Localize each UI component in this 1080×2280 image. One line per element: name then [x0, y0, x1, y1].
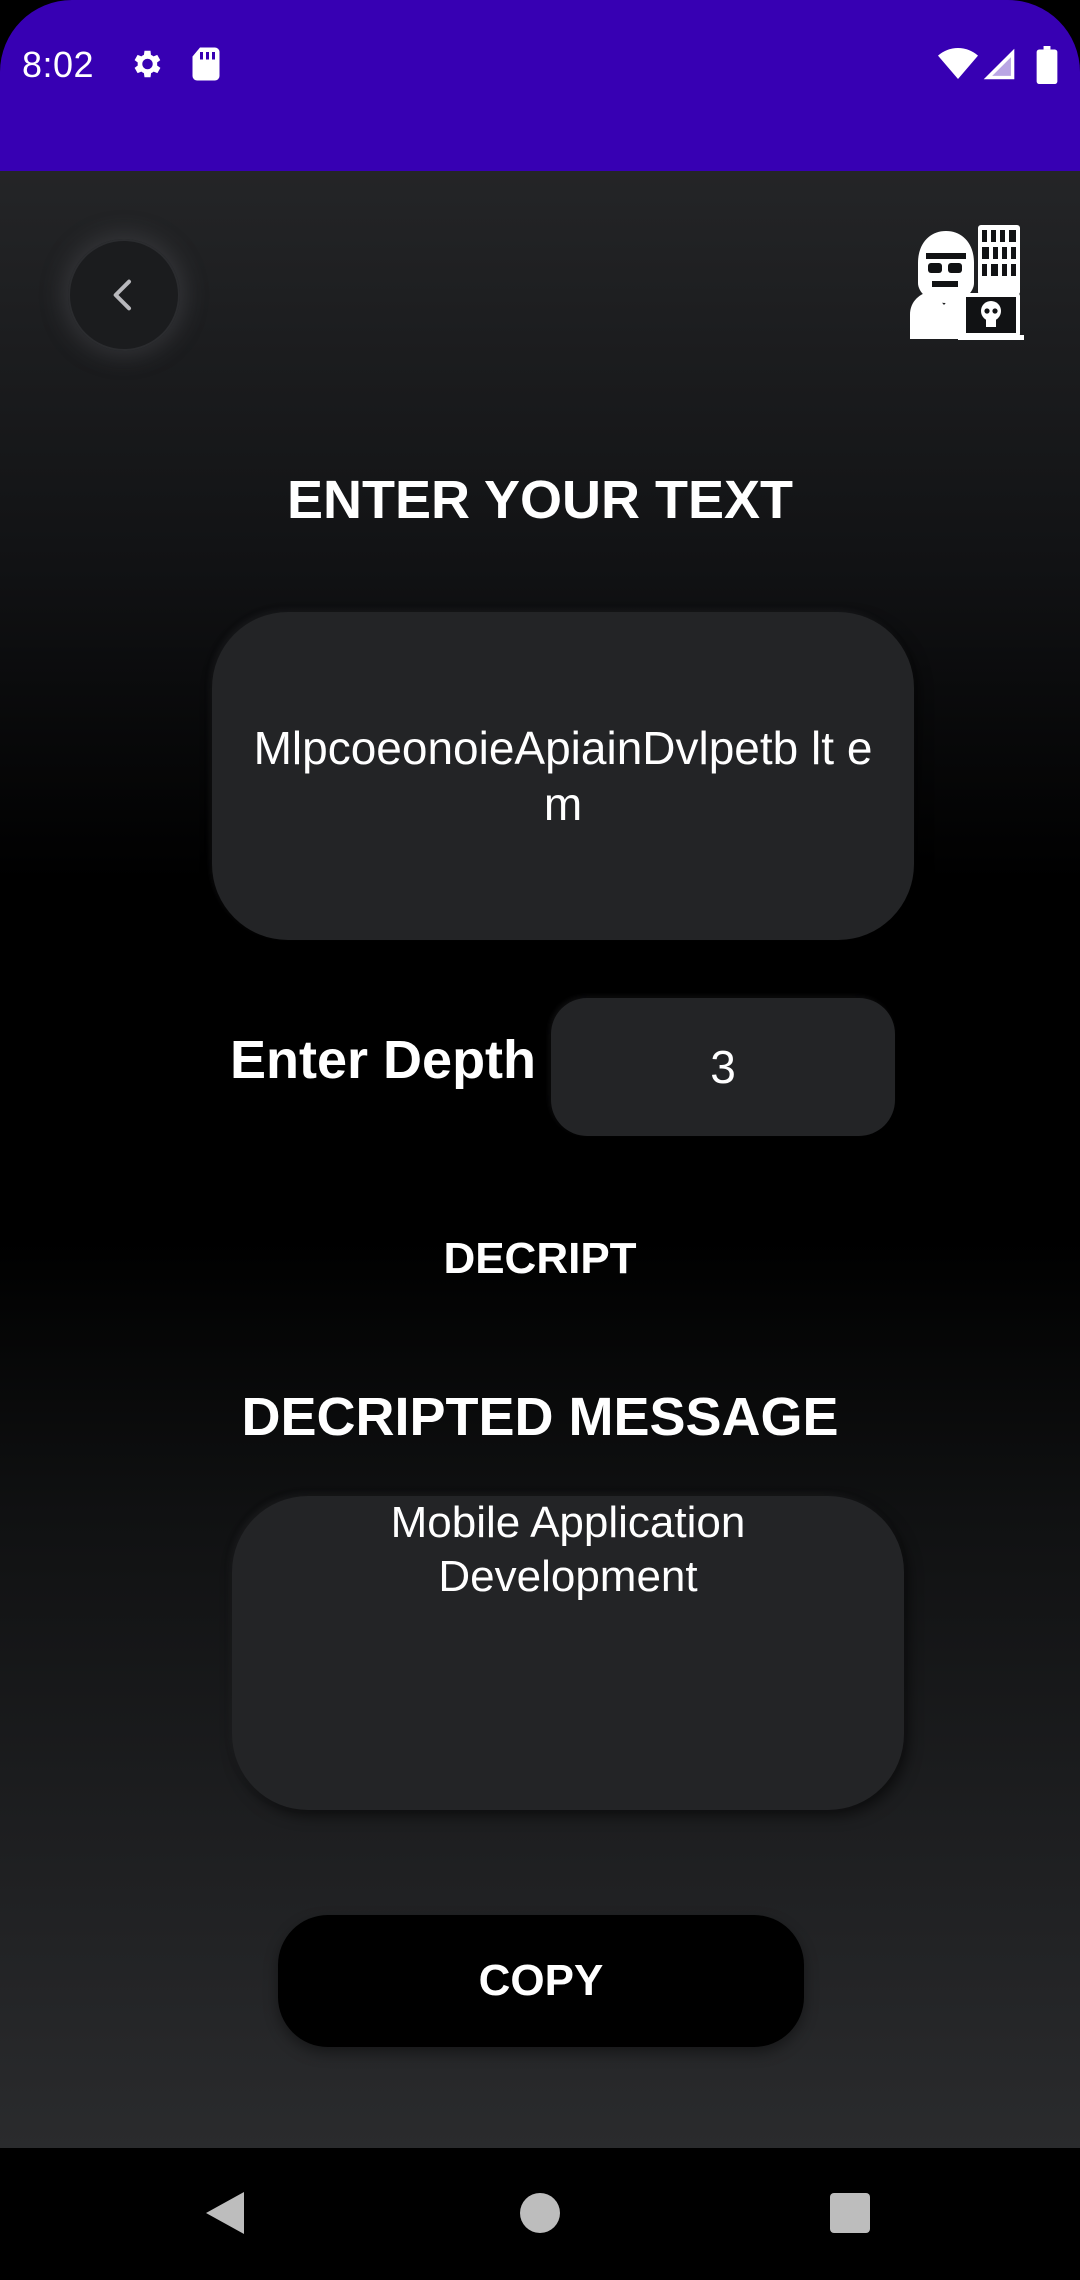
- depth-label: Enter Depth: [230, 1030, 537, 1090]
- wifi-icon: [938, 46, 978, 87]
- text-input[interactable]: MlpcoeonoieApiainDvlpetb lt em: [212, 612, 914, 940]
- text-input-value: MlpcoeonoieApiainDvlpetb lt em: [253, 722, 873, 830]
- navigation-bar: [0, 2148, 1080, 2280]
- hacker-logo-icon: [908, 223, 1024, 346]
- cellular-signal-icon: [982, 46, 1016, 87]
- phone-screen: 8:02 ENTER YOUR TEXT MlpcoeonoieApiainDv…: [0, 0, 1080, 2280]
- chevron-left-icon: [113, 279, 131, 311]
- depth-input-value: 3: [710, 1041, 736, 1093]
- status-time: 8:02: [22, 44, 95, 85]
- gear-icon: [128, 46, 164, 87]
- decrypted-message-box[interactable]: Mobile Application Development: [232, 1496, 904, 1810]
- back-button[interactable]: [68, 239, 180, 351]
- home-circle-icon[interactable]: [519, 2192, 561, 2239]
- depth-input[interactable]: 3: [551, 998, 895, 1136]
- back-triangle-icon[interactable]: [204, 2190, 246, 2241]
- battery-icon: [1036, 46, 1058, 89]
- sd-card-icon: [190, 46, 222, 87]
- output-section-title: DECRIPTED MESSAGE: [241, 1387, 839, 1447]
- decrypt-button[interactable]: DECRIPT: [420, 1219, 660, 1299]
- recents-square-icon[interactable]: [829, 2192, 871, 2239]
- decrypted-message-text: Mobile Application Development: [390, 1498, 746, 1601]
- copy-button[interactable]: COPY: [278, 1915, 804, 2047]
- input-section-title: ENTER YOUR TEXT: [286, 470, 794, 530]
- app-content: ENTER YOUR TEXT MlpcoeonoieApiainDvlpetb…: [0, 171, 1080, 2148]
- status-bar: 8:02: [0, 0, 1080, 171]
